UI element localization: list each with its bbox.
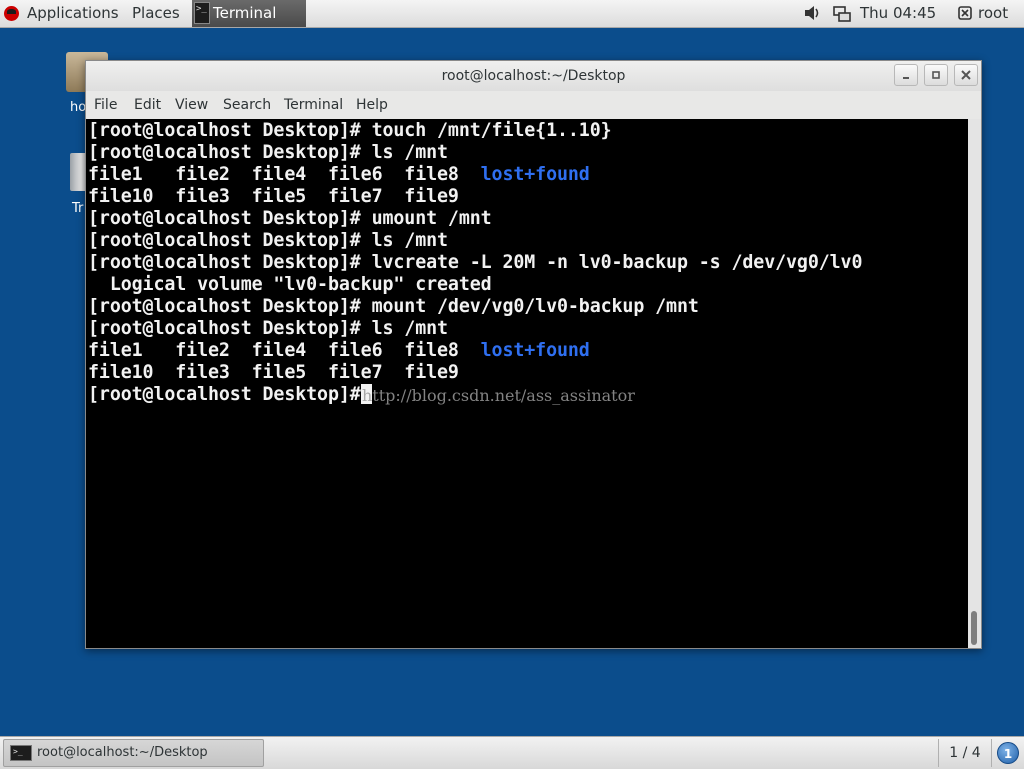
menu-help[interactable]: Help	[356, 91, 388, 119]
terminal-line: Logical volume "lv0-backup" created	[88, 274, 492, 295]
menu-search[interactable]: Search	[223, 91, 271, 119]
terminal-prompt-line: [root@localhost Desktop]#	[88, 384, 372, 406]
maximize-button[interactable]	[924, 64, 948, 86]
user-menu-icon[interactable]	[958, 6, 972, 20]
minimize-button[interactable]	[894, 64, 918, 86]
window-title: root@localhost:~/Desktop	[441, 68, 626, 84]
terminal-line: file1 file2 file4 file6 file8 lost+found	[88, 340, 590, 361]
directory-name: lost+found	[480, 340, 590, 361]
menu-terminal[interactable]: Terminal	[284, 91, 343, 119]
terminal-line: [root@localhost Desktop]# touch /mnt/fil…	[88, 120, 612, 141]
user-menu[interactable]: root	[978, 0, 1008, 27]
terminal-line: [root@localhost Desktop]# lvcreate -L 20…	[88, 252, 863, 273]
terminal-output[interactable]: [root@localhost Desktop]# touch /mnt/fil…	[86, 119, 968, 648]
menu-edit[interactable]: Edit	[134, 91, 161, 119]
menu-bar: File Edit View Search Terminal Help	[86, 91, 981, 119]
terminal-line: [root@localhost Desktop]# ls /mnt	[88, 142, 448, 163]
terminal-line: [root@localhost Desktop]# umount /mnt	[88, 208, 492, 229]
menu-view[interactable]: View	[175, 91, 208, 119]
menu-file[interactable]: File	[94, 91, 117, 119]
trash-label[interactable]: Tr	[72, 201, 83, 216]
terminal-line: [root@localhost Desktop]# ls /mnt	[88, 230, 448, 251]
terminal-line: file10 file3 file5 file7 file9	[88, 186, 459, 207]
taskbar-window-button[interactable]: >_ root@localhost:~/Desktop	[3, 739, 264, 767]
places-menu[interactable]: Places	[132, 0, 180, 27]
clock[interactable]: Thu 04:45	[860, 0, 936, 27]
terminal-icon: >_	[10, 745, 32, 761]
watermark-text: http://blog.csdn.net/ass_assinator	[362, 386, 635, 405]
terminal-prompt: [root@localhost Desktop]#	[88, 384, 361, 405]
network-icon[interactable]	[833, 5, 851, 22]
active-task-label: Terminal	[213, 4, 277, 22]
workspace-pager[interactable]: 1 / 4	[938, 739, 992, 767]
window-titlebar[interactable]: root@localhost:~/Desktop	[86, 61, 981, 91]
top-panel: Applications Places >_ Terminal Thu 04:4…	[0, 0, 1024, 28]
minimize-icon	[903, 77, 909, 79]
close-button[interactable]	[954, 64, 978, 86]
home-folder-label[interactable]: ho	[70, 100, 86, 115]
directory-name: lost+found	[480, 164, 590, 185]
bottom-panel: >_ root@localhost:~/Desktop 1 / 4 1	[0, 736, 1024, 769]
terminal-scrollbar[interactable]	[968, 119, 981, 648]
terminal-window: root@localhost:~/Desktop File Edit View …	[85, 60, 982, 649]
terminal-line: file10 file3 file5 file7 file9	[88, 362, 459, 383]
redhat-logo-icon[interactable]	[4, 6, 19, 21]
close-icon	[961, 70, 971, 80]
terminal-line: [root@localhost Desktop]# mount /dev/vg0…	[88, 296, 699, 317]
applications-menu[interactable]: Applications	[27, 0, 119, 27]
taskbar-window-label: root@localhost:~/Desktop	[37, 745, 208, 760]
terminal-icon: >_	[194, 2, 210, 24]
terminal-line: [root@localhost Desktop]# ls /mnt	[88, 318, 448, 339]
volume-icon[interactable]	[803, 5, 821, 21]
scrollbar-thumb[interactable]	[971, 611, 977, 645]
terminal-line: file1 file2 file4 file6 file8 lost+found	[88, 164, 590, 185]
active-task-terminal[interactable]: >_ Terminal	[192, 0, 306, 27]
notification-badge-icon[interactable]: 1	[997, 742, 1019, 764]
maximize-icon	[932, 71, 940, 79]
